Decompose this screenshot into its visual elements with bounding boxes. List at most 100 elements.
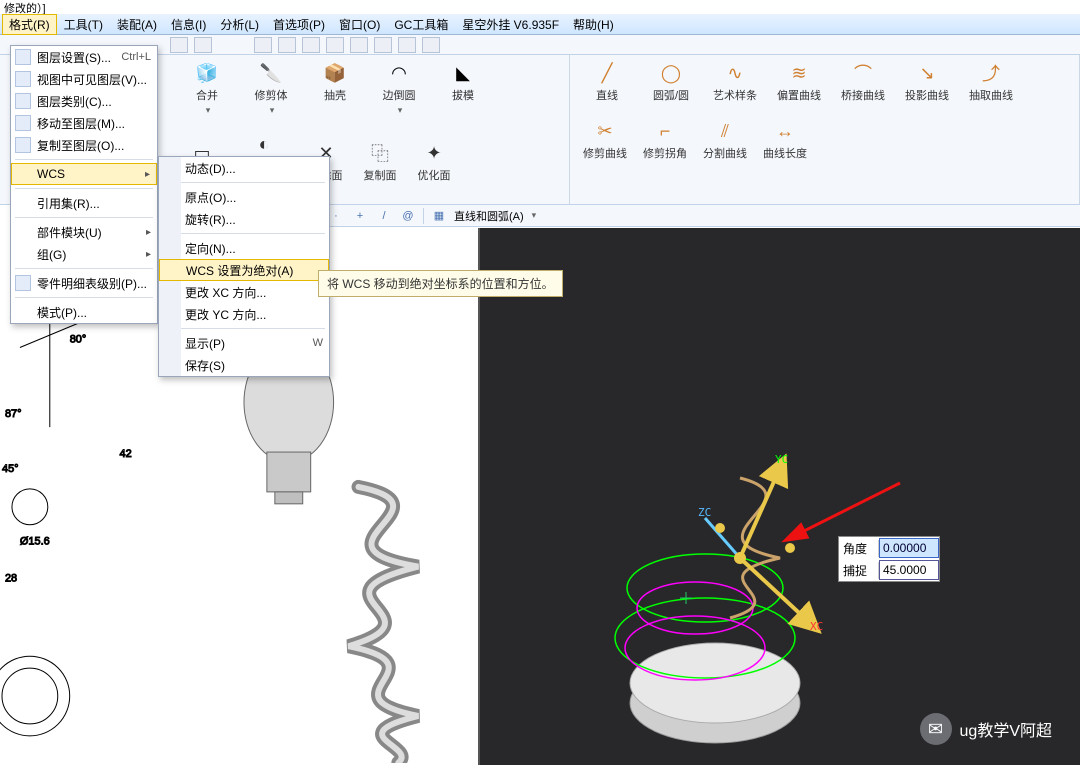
menu-tools[interactable]: 工具(T) — [57, 14, 110, 35]
slash-tool-icon[interactable]: / — [375, 208, 393, 224]
ribbon-optface[interactable]: ✦优化面 — [410, 141, 458, 183]
menu-group[interactable]: 组(G)▸ — [11, 243, 157, 265]
ribbon-offset[interactable]: ≋偏置曲线 — [770, 61, 828, 103]
ribbon-extract[interactable]: ⤴抽取曲线 — [962, 61, 1020, 103]
category-icon — [15, 93, 31, 109]
ribbon-project[interactable]: ↘投影曲线 — [898, 61, 956, 103]
tool-btn[interactable] — [170, 37, 188, 53]
extract-icon: ⤴ — [977, 61, 1005, 85]
wcs-display[interactable]: 显示(P)W — [159, 332, 329, 354]
copy-layer-icon — [15, 137, 31, 153]
svg-text:45°: 45° — [2, 463, 19, 475]
ribbon-spline[interactable]: ∿艺术样条 — [706, 61, 764, 103]
arc-icon: ◯ — [657, 61, 685, 85]
tool-btn[interactable] — [374, 37, 392, 53]
draft-icon: ◣ — [449, 61, 477, 85]
menu-info[interactable]: 信息(I) — [164, 14, 213, 35]
menu-help[interactable]: 帮助(H) — [566, 14, 621, 35]
format-menu-dropdown: 图层设置(S)...Ctrl+L 视图中可见图层(V)... 图层类别(C)..… — [10, 45, 158, 324]
wcs-change-yc[interactable]: 更改 YC 方向... — [159, 303, 329, 325]
project-icon: ↘ — [913, 61, 941, 85]
tooltip: 将 WCS 移动到绝对坐标系的位置和方位。 — [318, 270, 563, 297]
menu-mode[interactable]: 模式(P)... — [11, 301, 157, 323]
adjfillet-icon: ◐ — [250, 132, 278, 156]
visible-icon — [15, 71, 31, 87]
menu-visible-layers[interactable]: 视图中可见图层(V)... — [11, 68, 157, 90]
bridge-icon: ⌒ — [849, 61, 877, 85]
wcs-set-absolute[interactable]: WCS 设置为绝对(A) — [159, 259, 329, 281]
wcs-change-xc[interactable]: 更改 XC 方向... — [159, 281, 329, 303]
tool-btn[interactable] — [302, 37, 320, 53]
yc-label: YC — [775, 453, 788, 466]
optimize-icon: ✦ — [420, 141, 448, 165]
menu-refset[interactable]: 引用集(R)... — [11, 192, 157, 214]
tool-btn[interactable] — [422, 37, 440, 53]
menu-module[interactable]: 部件模块(U)▸ — [11, 221, 157, 243]
3d-view[interactable]: YC XC ZC 角度 捕捉 ✉ ug教学V阿超 — [480, 228, 1080, 765]
plus-tool-icon[interactable]: + — [351, 208, 369, 224]
ribbon-draft[interactable]: ◣拔模 — [434, 61, 492, 116]
tool-btn[interactable] — [326, 37, 344, 53]
wcs-origin[interactable]: 原点(O)... — [159, 186, 329, 208]
menu-window[interactable]: 窗口(O) — [332, 14, 387, 35]
toolbar-strip — [0, 35, 1080, 55]
svg-text:28: 28 — [5, 573, 17, 585]
menu-layer-category[interactable]: 图层类别(C)... — [11, 90, 157, 112]
shell-icon: 📦 — [321, 61, 349, 85]
menu-copy-layer[interactable]: 复制至图层(O)... — [11, 134, 157, 156]
tool-btn[interactable] — [350, 37, 368, 53]
ribbon-trimcorner[interactable]: ⌐修剪拐角 — [638, 119, 692, 161]
3d-canvas — [480, 228, 1080, 765]
split-icon: ⫽ — [711, 119, 739, 143]
svg-text:80°: 80° — [70, 334, 87, 346]
menu-gc[interactable]: GC工具箱 — [387, 14, 455, 35]
svg-text:Ø15.6: Ø15.6 — [20, 536, 50, 548]
menu-analysis[interactable]: 分析(L) — [213, 14, 266, 35]
wcs-orient[interactable]: 定向(N)... — [159, 237, 329, 259]
grid-icon[interactable]: ▦ — [430, 208, 448, 224]
menu-wcs[interactable]: WCS▸ — [11, 163, 157, 185]
copy-icon: ⿻ — [366, 141, 394, 165]
tool-btn[interactable] — [194, 37, 212, 53]
ribbon-splitcurve[interactable]: ⫽分割曲线 — [698, 119, 752, 161]
layer-icon — [15, 49, 31, 65]
ribbon-copyface[interactable]: ⿻复制面 — [356, 141, 404, 183]
window-title: 修改的）] — [0, 0, 1080, 14]
menu-layer-settings[interactable]: 图层设置(S)...Ctrl+L — [11, 46, 157, 68]
wcs-dynamic[interactable]: 动态(D)... — [159, 157, 329, 179]
ribbon-line[interactable]: ╱直线 — [578, 61, 636, 103]
menu-plugin[interactable]: 星空外挂 V6.935F — [455, 14, 566, 35]
tool-btn[interactable] — [398, 37, 416, 53]
tool-btn[interactable] — [254, 37, 272, 53]
line-arc-dropdown[interactable]: 直线和圆弧(A) — [454, 208, 524, 224]
ribbon-merge[interactable]: 🧊合并▾ — [178, 61, 236, 116]
chevron-right-icon: ▸ — [146, 249, 151, 260]
tool-btn[interactable] — [278, 37, 296, 53]
angle-label: 角度 — [839, 540, 879, 557]
ribbon-fillet[interactable]: ◠边倒圆▾ — [370, 61, 428, 116]
ribbon-trim[interactable]: 🔪修剪体▾ — [242, 61, 300, 116]
trimcorner-icon: ⌐ — [651, 119, 679, 143]
wcs-rotate[interactable]: 旋转(R)... — [159, 208, 329, 230]
menu-partslist[interactable]: 零件明细表级别(P)... — [11, 272, 157, 294]
menu-prefs[interactable]: 首选项(P) — [266, 14, 332, 35]
menu-format[interactable]: 格式(R) — [2, 14, 57, 35]
chevron-right-icon: ▸ — [146, 227, 151, 238]
ribbon-curvelen[interactable]: ↔曲线长度 — [758, 119, 812, 161]
menu-assembly[interactable]: 装配(A) — [110, 14, 164, 35]
cube-icon: 🧊 — [193, 61, 221, 85]
ribbon-trimcurve[interactable]: ✂修剪曲线 — [578, 119, 632, 161]
chevron-right-icon: ▸ — [145, 169, 150, 180]
at-tool-icon[interactable]: @ — [399, 208, 417, 224]
menu-bar: 格式(R) 工具(T) 装配(A) 信息(I) 分析(L) 首选项(P) 窗口(… — [0, 14, 1080, 35]
wcs-submenu: 动态(D)... 原点(O)... 旋转(R)... 定向(N)... WCS … — [158, 156, 330, 377]
line-icon: ╱ — [593, 61, 621, 85]
ribbon-bridge[interactable]: ⌒桥接曲线 — [834, 61, 892, 103]
ribbon-shell[interactable]: 📦抽壳 — [306, 61, 364, 116]
ribbon-arc[interactable]: ◯圆弧/圆 — [642, 61, 700, 103]
menu-move-layer[interactable]: 移动至图层(M)... — [11, 112, 157, 134]
angle-input[interactable] — [879, 538, 939, 558]
wcs-save[interactable]: 保存(S) — [159, 354, 329, 376]
xc-label: XC — [810, 620, 823, 633]
snap-input[interactable] — [879, 560, 939, 580]
